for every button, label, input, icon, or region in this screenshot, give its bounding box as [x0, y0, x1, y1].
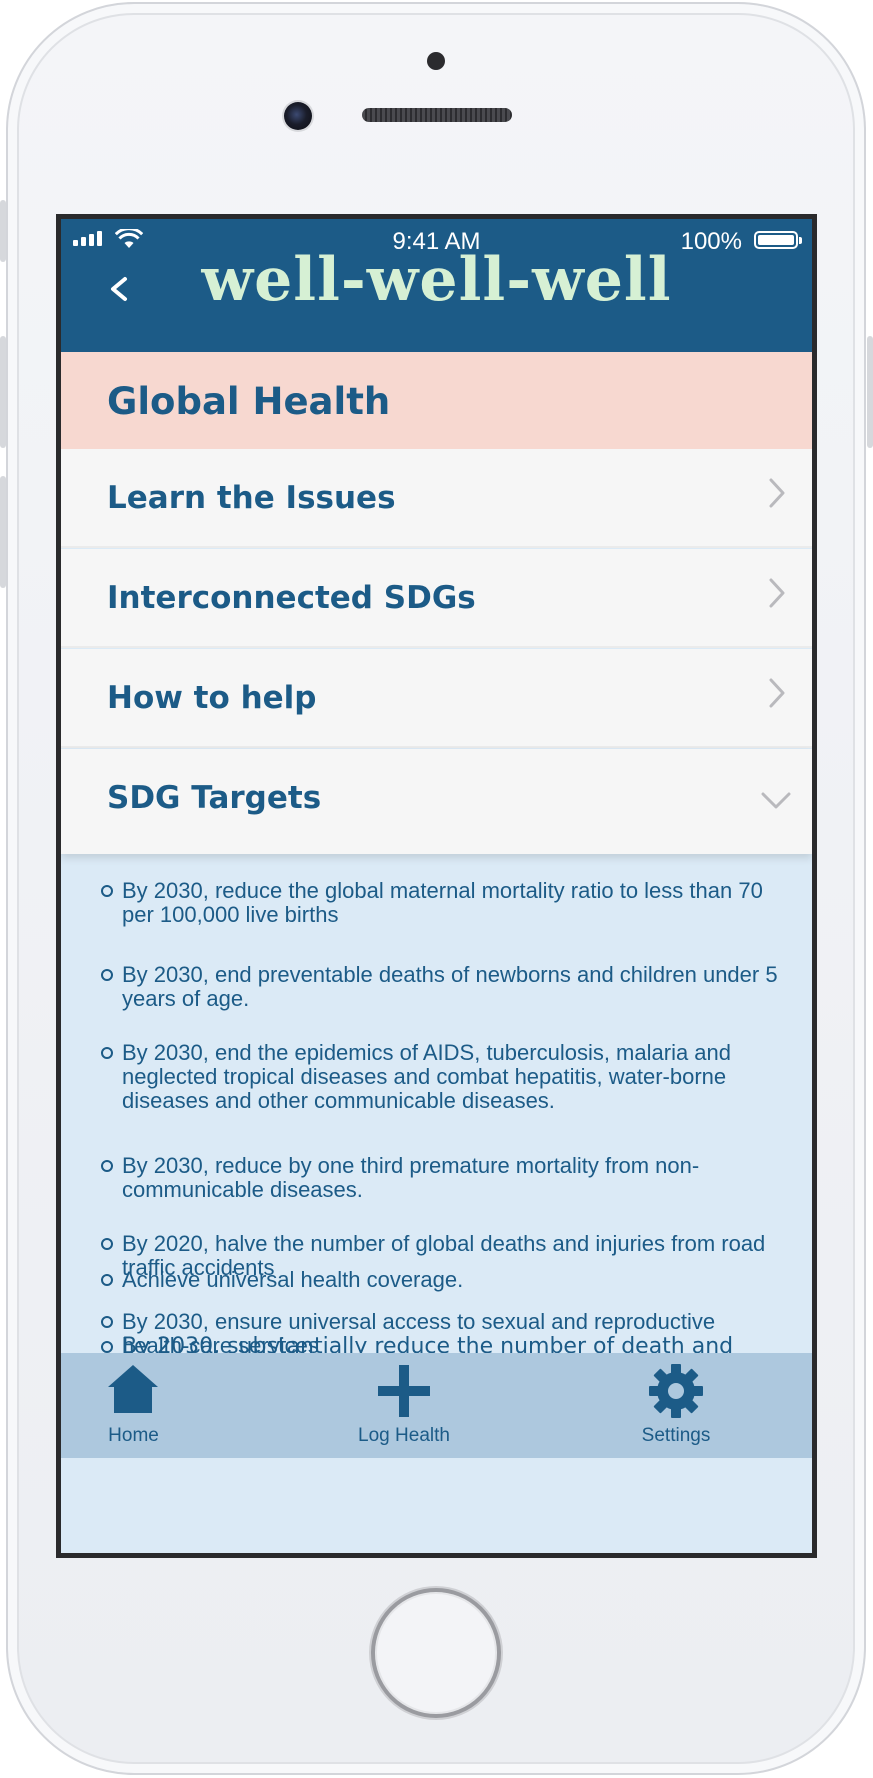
volume-down-button — [0, 476, 6, 588]
target-item: Achieve universal health coverage. — [101, 1268, 781, 1292]
target-item: By 2030, end the epidemics of AIDS, tube… — [101, 1041, 781, 1113]
bullet-icon — [101, 1341, 113, 1353]
menu-item-label: Learn the Issues — [107, 480, 396, 516]
power-button — [867, 336, 873, 448]
menu-item-learn-the-issues[interactable]: Learn the Issues — [61, 449, 812, 548]
tab-label: Home — [108, 1425, 159, 1446]
chevron-right-icon — [769, 678, 785, 708]
section-title: Global Health — [107, 380, 391, 423]
bullet-icon — [101, 1316, 113, 1328]
bullet-icon — [101, 1047, 113, 1059]
menu-item-interconnected-sdgs[interactable]: Interconnected SDGs — [61, 549, 812, 648]
menu-item-label: How to help — [107, 680, 317, 716]
tab-home[interactable]: Home — [81, 1353, 186, 1458]
section-header: Global Health — [61, 352, 812, 449]
bullet-icon — [101, 1274, 113, 1286]
chevron-right-icon — [769, 478, 785, 508]
bullet-icon — [101, 1238, 113, 1250]
bullet-icon — [101, 1160, 113, 1172]
earpiece-speaker — [362, 108, 512, 122]
volume-up-button — [0, 336, 6, 448]
chevron-down-icon — [761, 792, 791, 809]
tab-label: Settings — [641, 1425, 711, 1446]
gear-icon — [649, 1364, 703, 1418]
menu-item-sdg-targets[interactable]: SDG Targets — [61, 749, 812, 854]
target-item: By 2030, substantially reduce the number… — [101, 1335, 781, 1353]
tab-label: Log Health — [358, 1425, 450, 1446]
bullet-icon — [101, 969, 113, 981]
tab-log-health[interactable]: Log Health — [324, 1353, 484, 1458]
target-item: By 2030, reduce by one third premature m… — [101, 1154, 781, 1202]
target-item: By 2030, end preventable deaths of newbo… — [101, 963, 781, 1011]
front-camera — [284, 102, 312, 130]
menu-item-how-to-help[interactable]: How to help — [61, 649, 812, 748]
menu-item-label: SDG Targets — [107, 780, 322, 816]
target-item: By 2030, reduce the global maternal mort… — [101, 879, 781, 927]
target-item-clip: By 2030, substantially reduce the number… — [61, 1331, 812, 1353]
home-icon — [108, 1365, 158, 1413]
tab-settings[interactable]: Settings — [616, 1353, 736, 1458]
app-title: well-well-well — [201, 245, 672, 315]
battery-tip — [799, 237, 802, 244]
menu-item-label: Interconnected SDGs — [107, 580, 476, 616]
app-screen: 9:41 AM 100% well-well-well Global Healt… — [56, 214, 817, 1558]
plus-icon — [378, 1365, 430, 1417]
tab-bar: Home Log Health Settings — [61, 1353, 812, 1458]
home-hardware-button[interactable] — [371, 1588, 501, 1718]
proximity-sensor — [427, 52, 445, 70]
bullet-icon — [101, 885, 113, 897]
chevron-right-icon — [769, 578, 785, 608]
app-header: 9:41 AM 100% well-well-well — [61, 219, 812, 352]
ringer-switch — [0, 200, 6, 262]
